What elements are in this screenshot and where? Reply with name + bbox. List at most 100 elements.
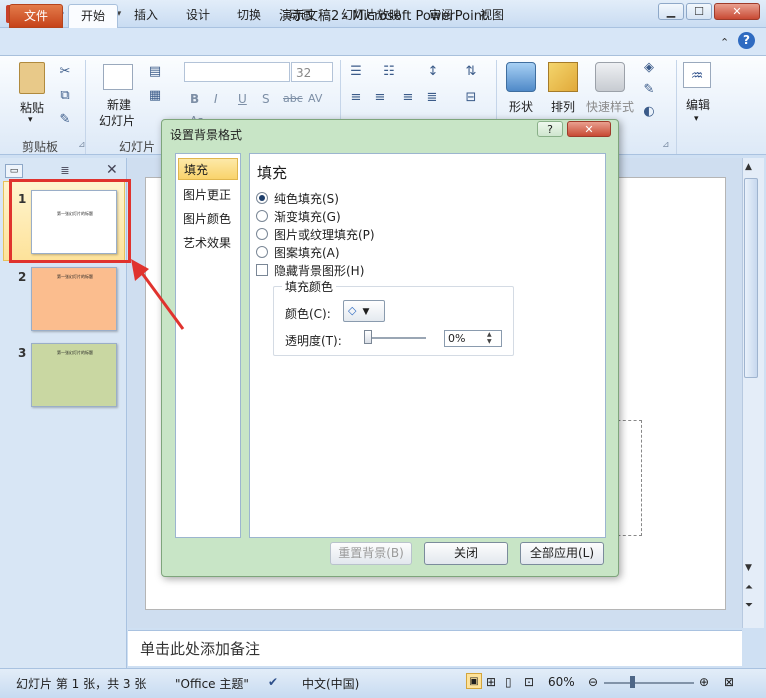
font-size-dropdown[interactable]: 32 [291, 62, 333, 82]
shape-button-label[interactable]: 形状 [502, 98, 540, 115]
zoom-out-icon[interactable]: ⊖ [588, 675, 598, 689]
picture-fill-label[interactable]: 图片或纹理填充(P) [274, 226, 375, 243]
radio-gradient-fill[interactable] [256, 210, 268, 222]
scroll-up-icon[interactable]: ▲ [745, 162, 752, 172]
previous-slide-icon[interactable]: ⏶ [745, 582, 753, 593]
language-status[interactable]: 中文(中国) [302, 675, 359, 692]
find-icon[interactable]: ♒ [683, 62, 711, 88]
transparency-spinner-icon[interactable]: ▲ ▼ [487, 331, 492, 345]
nav-item-picture-corrections[interactable]: 图片更正 [178, 184, 238, 206]
notes-placeholder[interactable]: 单击此处添加备注 [140, 638, 260, 659]
cut-icon[interactable]: ✂ [56, 64, 74, 80]
copy-icon[interactable]: ⧉ [56, 88, 74, 104]
scrollbar-thumb[interactable] [744, 178, 758, 378]
edit-button-label[interactable]: 编辑 [678, 96, 718, 113]
align-left-icon[interactable]: ≡ [347, 90, 365, 106]
dialog-help-button[interactable]: ? [537, 121, 563, 137]
zoom-slider-handle[interactable] [630, 676, 635, 688]
quick-style-icon[interactable] [595, 62, 625, 92]
slides-tab-icon[interactable]: ▭ [5, 164, 23, 178]
close-dialog-button[interactable]: 关闭 [424, 542, 508, 565]
new-slide-label-2[interactable]: 幻灯片 [92, 112, 142, 129]
line-spacing-icon[interactable]: ↕ [424, 64, 442, 80]
italic-icon[interactable]: I [214, 92, 218, 106]
layout-icon[interactable]: ▤ [146, 64, 164, 80]
align-center-icon[interactable]: ≡ [371, 90, 389, 106]
nav-item-artistic-effects[interactable]: 艺术效果 [178, 232, 238, 254]
slide-sorter-icon[interactable]: ⊞ [486, 675, 496, 689]
reading-view-icon[interactable]: ▯ [505, 675, 512, 689]
numbering-icon[interactable]: ☷ [380, 64, 398, 80]
normal-view-icon[interactable]: ▣ [466, 673, 482, 689]
slide-thumbnail-3[interactable]: 第一张幻灯片的标题 [31, 343, 117, 407]
close-window-button[interactable]: ✕ [714, 3, 760, 20]
underline-icon[interactable]: U [238, 92, 247, 106]
transparency-slider-track[interactable] [364, 337, 426, 339]
tab-slideshow[interactable]: 幻灯片放映 [333, 4, 409, 28]
pattern-fill-label[interactable]: 图案填充(A) [274, 244, 340, 261]
strikethrough-icon[interactable]: abc [283, 92, 303, 105]
shape-fill-icon[interactable]: ◈ [640, 60, 658, 76]
slide-thumbnail-2[interactable]: 第一张幻灯片的标题 [31, 267, 117, 331]
close-pane-icon[interactable]: ✕ [106, 162, 118, 178]
hide-background-label[interactable]: 隐藏背景图形(H) [274, 262, 364, 279]
nav-item-fill[interactable]: 填充 [178, 158, 238, 180]
spellcheck-icon[interactable]: ✔ [268, 675, 278, 689]
paste-dropdown-icon[interactable]: ▾ [28, 115, 33, 125]
minimize-ribbon-icon[interactable]: ⌃ [720, 36, 729, 49]
maximize-button[interactable]: ☐ [686, 3, 712, 20]
gradient-fill-label[interactable]: 渐变填充(G) [274, 208, 341, 225]
radio-picture-fill[interactable] [256, 228, 268, 240]
dialog-close-button[interactable]: ✕ [567, 121, 611, 137]
outline-tab-icon[interactable]: ≣ [56, 164, 74, 178]
color-picker-button[interactable]: ◇ ▼ [343, 300, 385, 322]
arrange-button-label[interactable]: 排列 [544, 98, 582, 115]
tab-view[interactable]: 视图 [470, 4, 514, 28]
minimize-button[interactable]: ▁ [658, 3, 684, 20]
zoom-in-icon[interactable]: ⊕ [699, 675, 709, 689]
shape-effects-icon[interactable]: ◐ [640, 104, 658, 120]
tab-animations[interactable]: 动画 [279, 4, 323, 28]
transparency-input[interactable]: 0% [444, 330, 502, 347]
drawing-dialog-launcher-icon[interactable]: ⊿ [662, 140, 670, 150]
shape-outline-icon[interactable]: ✎ [640, 82, 658, 98]
slideshow-view-icon[interactable]: ⊡ [524, 675, 534, 689]
paste-button-label[interactable]: 粘贴 [14, 99, 50, 116]
clipboard-dialog-launcher-icon[interactable]: ⊿ [78, 140, 86, 150]
new-slide-icon[interactable] [103, 64, 133, 90]
zoom-level[interactable]: 60% [548, 675, 575, 689]
tab-design[interactable]: 设计 [176, 4, 220, 28]
quick-style-button-label[interactable]: 快速样式 [582, 98, 638, 115]
bullets-icon[interactable]: ☰ [347, 64, 365, 80]
fit-to-window-icon[interactable]: ⊠ [724, 675, 734, 689]
hide-background-checkbox[interactable] [256, 264, 268, 276]
scroll-down-icon[interactable]: ▼ [745, 563, 752, 573]
tab-home[interactable]: 开始 [68, 4, 118, 28]
radio-pattern-fill[interactable] [256, 246, 268, 258]
edit-dropdown-icon[interactable]: ▾ [694, 114, 699, 124]
paste-icon[interactable] [19, 62, 45, 94]
font-name-dropdown[interactable] [184, 62, 290, 82]
transparency-slider-handle[interactable] [364, 330, 372, 344]
shadow-icon[interactable]: S [262, 92, 270, 106]
next-slide-icon[interactable]: ⏷ [745, 600, 753, 611]
solid-fill-label[interactable]: 纯色填充(S) [274, 190, 339, 207]
help-icon[interactable]: ? [738, 32, 755, 49]
reset-icon[interactable]: ▦ [146, 88, 164, 104]
apply-to-all-button[interactable]: 全部应用(L) [520, 542, 604, 565]
nav-item-picture-color[interactable]: 图片颜色 [178, 208, 238, 230]
char-spacing-icon[interactable]: AV [308, 92, 322, 105]
tab-review[interactable]: 审阅 [419, 4, 463, 28]
zoom-slider[interactable] [604, 682, 694, 684]
reset-background-button[interactable]: 重置背景(B) [330, 542, 412, 565]
tab-transitions[interactable]: 切换 [227, 4, 271, 28]
radio-solid-fill[interactable] [256, 192, 268, 204]
justify-icon[interactable]: ≣ [423, 90, 441, 106]
tab-insert[interactable]: 插入 [124, 4, 168, 28]
text-direction-icon[interactable]: ⇅ [462, 64, 480, 80]
arrange-icon[interactable] [548, 62, 578, 92]
new-slide-label-1[interactable]: 新建 [98, 96, 140, 113]
format-painter-icon[interactable]: ✎ [56, 112, 74, 128]
align-text-icon[interactable]: ⊟ [462, 90, 480, 106]
tab-file[interactable]: 文件 [9, 4, 63, 28]
